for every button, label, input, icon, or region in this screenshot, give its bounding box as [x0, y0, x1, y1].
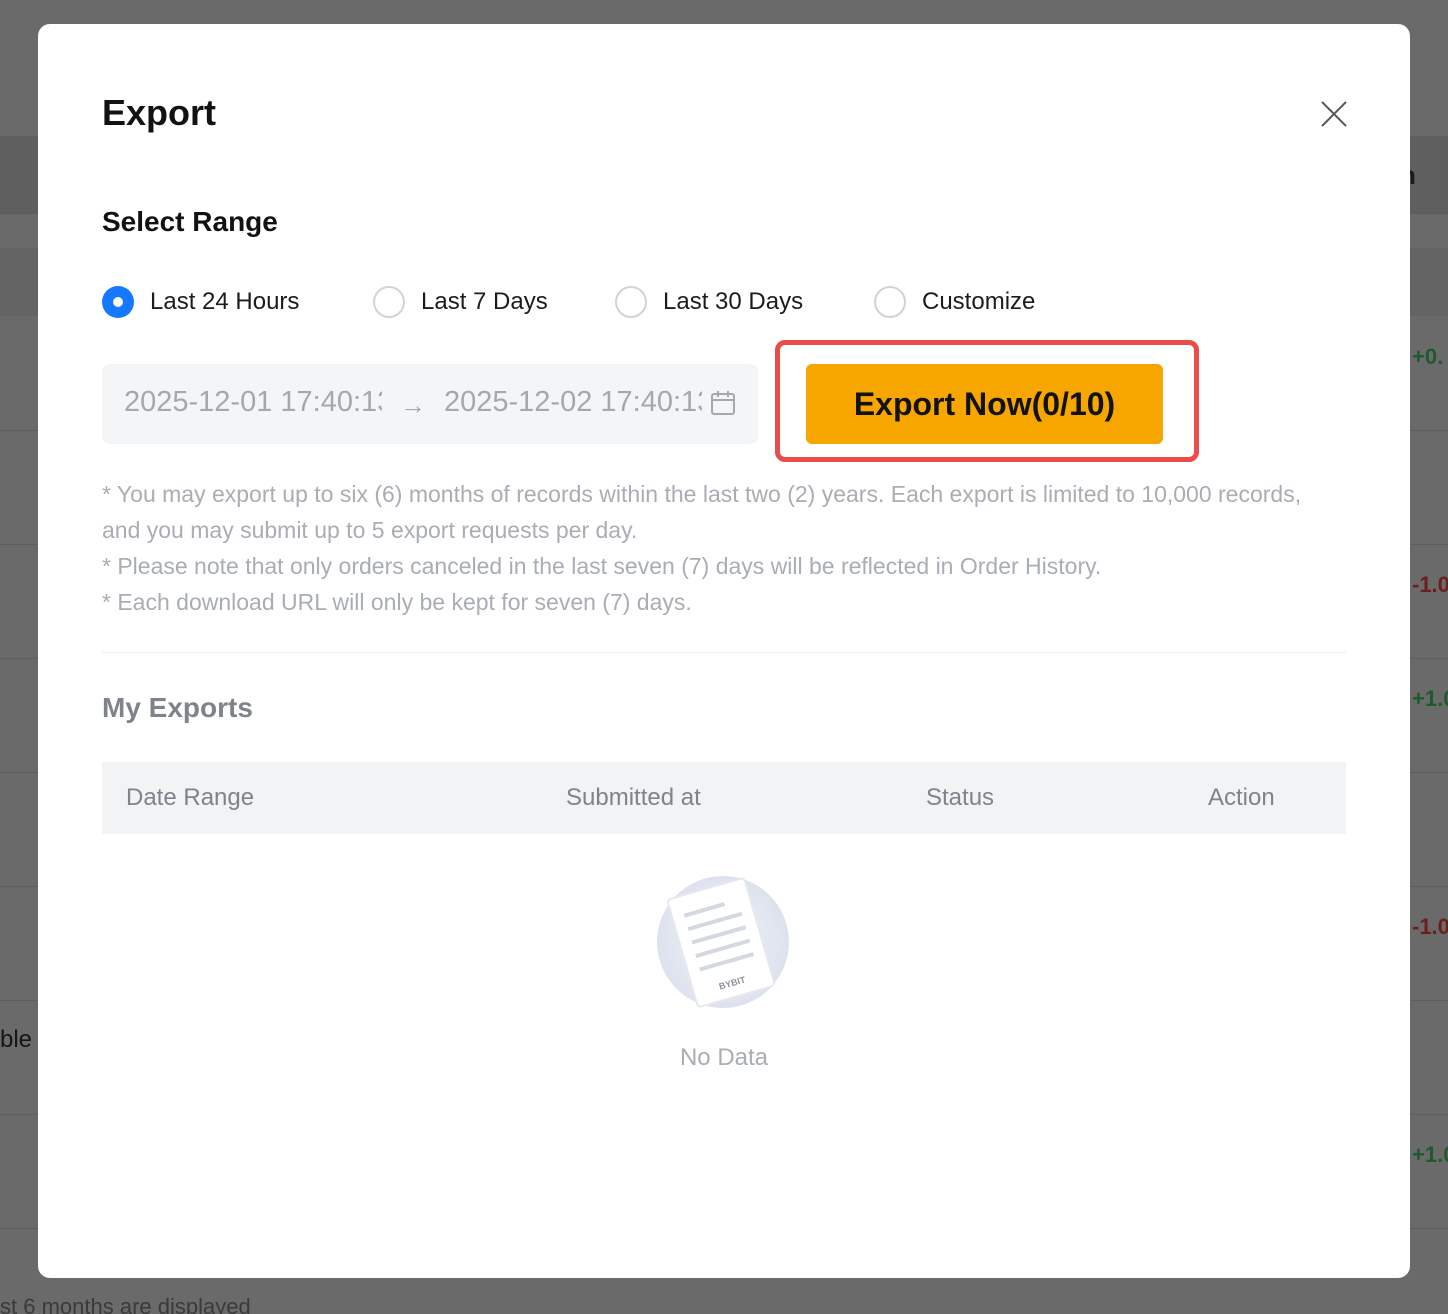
note-line: * You may export up to six (6) months of…	[102, 481, 1302, 543]
radio-unchecked-icon	[373, 286, 405, 318]
radio-unchecked-icon	[615, 286, 647, 318]
export-modal: Export Select Range Last 24 Hours Last 7…	[38, 24, 1410, 1278]
background-pnl-value: +1.0	[1412, 686, 1448, 711]
end-date-field[interactable]: 2025-12-02 17:40:13	[444, 386, 702, 419]
column-header-submitted-at: Submitted at	[566, 784, 701, 811]
background-pnl-value: +0.	[1412, 344, 1444, 369]
radio-last-30-days[interactable]: Last 30 Days	[615, 286, 803, 318]
close-icon[interactable]	[1320, 100, 1348, 128]
section-divider	[102, 652, 1346, 653]
background-pnl-value: -1.0	[1412, 914, 1448, 939]
modal-title: Export	[102, 92, 217, 133]
radio-last-7-days[interactable]: Last 7 Days	[373, 286, 548, 318]
radio-customize[interactable]: Customize	[874, 286, 1035, 318]
date-range-picker[interactable]: 2025-12-01 17:40:13 → 2025-12-02 17:40:1…	[102, 364, 758, 444]
column-header-status: Status	[926, 784, 995, 811]
my-exports-title: My Exports	[102, 692, 253, 723]
radio-last-24-hours[interactable]: Last 24 Hours	[102, 286, 299, 318]
note-line: * Please note that only orders canceled …	[102, 553, 1102, 579]
export-now-button[interactable]: Export Now(0/10)	[806, 364, 1163, 444]
radio-label: Last 24 Hours	[150, 288, 300, 315]
exports-table-header: Date Range Submitted at Status Action	[102, 762, 1346, 834]
select-range-title: Select Range	[102, 206, 278, 237]
radio-label: Customize	[922, 288, 1036, 315]
calendar-icon[interactable]	[710, 390, 736, 416]
radio-label: Last 30 Days	[663, 288, 804, 315]
column-header-date-range: Date Range	[126, 784, 255, 811]
empty-document-icon: BYBIT	[657, 876, 789, 1008]
note-line: * Each download URL will only be kept fo…	[102, 589, 692, 615]
no-data-text: No Data	[679, 1044, 769, 1071]
background-cell-text: ble	[0, 1026, 33, 1053]
column-header-action: Action	[1208, 784, 1275, 811]
background-footer-note: st 6 months are displayed	[0, 1294, 251, 1314]
start-date-field[interactable]: 2025-12-01 17:40:13	[124, 386, 382, 419]
background-pnl-value: -1.0	[1412, 572, 1448, 597]
radio-unchecked-icon	[874, 286, 906, 318]
background-pnl-value: +1.0	[1412, 1142, 1448, 1167]
export-notes: * You may export up to six (6) months of…	[102, 476, 1302, 620]
radio-label: Last 7 Days	[421, 288, 548, 315]
radio-checked-icon	[102, 286, 134, 318]
arrow-right-icon: →	[400, 390, 426, 420]
